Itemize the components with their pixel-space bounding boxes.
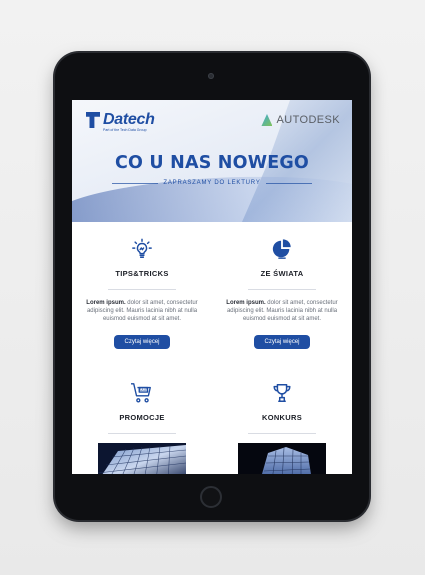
subtitle-divider-left bbox=[112, 182, 159, 184]
building-photo bbox=[238, 443, 326, 474]
card-divider bbox=[108, 289, 176, 290]
trophy-icon bbox=[273, 384, 291, 402]
datech-logo-mark-icon bbox=[86, 112, 100, 128]
card-title: TIPS&TRICKS bbox=[115, 269, 169, 278]
autodesk-logo[interactable]: AUTODESK bbox=[261, 114, 340, 126]
card-tips-tricks: TIPS&TRICKS Lorem ipsum. dolor sit amet,… bbox=[72, 238, 212, 349]
read-more-button[interactable]: Czytaj więcej bbox=[114, 334, 170, 349]
building-photo bbox=[98, 443, 186, 474]
subtitle-row: ZAPRASZAMY DO LEKTURY bbox=[112, 180, 313, 186]
page-subtitle: ZAPRASZAMY DO LEKTURY bbox=[163, 180, 261, 186]
read-more-button[interactable]: Czytaj więcej bbox=[254, 334, 310, 349]
tablet-frame: Datech Part of the Tech Data Group AUTOD… bbox=[55, 53, 369, 520]
newsletter-header: Datech Part of the Tech Data Group AUTOD… bbox=[72, 100, 352, 222]
datech-logo-text: Datech bbox=[103, 111, 155, 128]
autodesk-logo-mark-icon bbox=[261, 114, 273, 126]
card-title: ZE ŚWIATA bbox=[260, 269, 304, 278]
lightbulb-icon bbox=[132, 238, 152, 258]
card-text-bold: Lorem ipsum. bbox=[226, 300, 266, 306]
card-konkurs: KONKURS bbox=[212, 382, 352, 474]
card-divider bbox=[108, 433, 176, 434]
home-button[interactable] bbox=[200, 486, 222, 508]
card-text: Lorem ipsum. dolor sit amet, consectetur… bbox=[212, 299, 352, 324]
card-text: Lorem ipsum. dolor sit amet, consectetur… bbox=[72, 299, 212, 324]
card-title: KONKURS bbox=[261, 413, 303, 422]
tablet-screen: Datech Part of the Tech Data Group AUTOD… bbox=[72, 100, 352, 474]
card-divider bbox=[248, 433, 316, 434]
card-promocje: SALE PROMOCJE bbox=[72, 382, 212, 474]
sale-cart-icon: SALE bbox=[131, 383, 151, 403]
promo-building-image[interactable] bbox=[98, 443, 186, 474]
globe-chart-icon bbox=[272, 239, 291, 259]
card-title: PROMOCJE bbox=[119, 413, 165, 422]
contest-building-image[interactable] bbox=[238, 443, 326, 474]
datech-tagline: Part of the Tech Data Group bbox=[103, 128, 147, 132]
card-text-bold: Lorem ipsum. bbox=[86, 300, 126, 306]
datech-logo[interactable]: Datech bbox=[86, 111, 155, 129]
subtitle-divider-right bbox=[265, 182, 313, 184]
card-divider bbox=[248, 289, 316, 290]
sale-badge-label: SALE bbox=[139, 388, 147, 392]
camera-icon bbox=[208, 73, 214, 79]
autodesk-logo-text: AUTODESK bbox=[276, 114, 340, 126]
page-title: CO U NAS NOWEGO bbox=[114, 153, 310, 173]
card-ze-swiata: ZE ŚWIATA Lorem ipsum. dolor sit amet, c… bbox=[212, 238, 352, 349]
